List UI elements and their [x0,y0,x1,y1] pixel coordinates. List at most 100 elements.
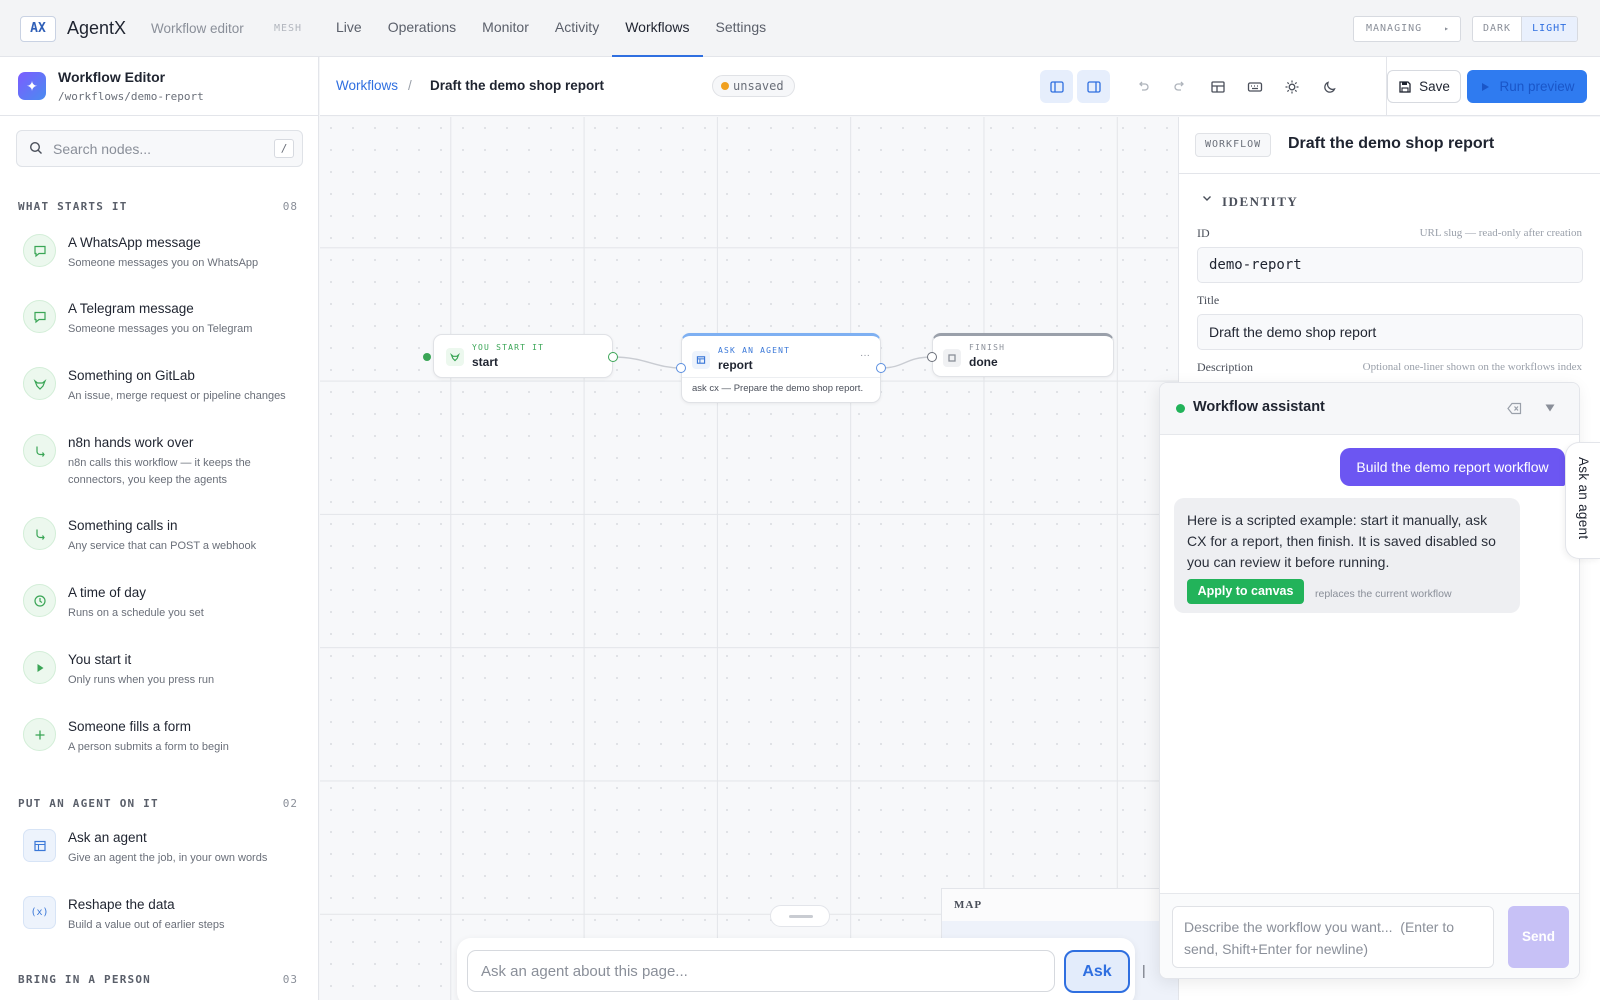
ask-bar-drag-handle[interactable] [770,905,830,927]
clear-chat-button[interactable] [1504,398,1524,418]
node-name: report [718,358,753,372]
apply-to-canvas-button[interactable]: Apply to canvas [1187,579,1304,604]
function-icon: (x) [23,896,56,929]
properties-title: Draft the demo shop report [1288,135,1495,152]
section-label-agents: PUT AN AGENT ON IT [18,797,159,810]
theme-toggle: DARK LIGHT [1472,16,1579,42]
palette-item-desc: An issue, merge request or pipeline chan… [68,390,286,402]
chevron-down-icon[interactable] [1201,192,1213,204]
layout-button[interactable] [1201,70,1234,103]
breadcrumb-current: Draft the demo shop report [430,78,605,93]
section-label-person: BRING IN A PERSON [18,973,151,986]
palette-item-title: Ask an agent [68,830,147,845]
nav-monitor[interactable]: Monitor [469,0,542,57]
app-logo[interactable]: AX [20,16,56,42]
chat-icon [23,300,56,333]
ask-an-agent-tab-label: Ask an agent [1576,457,1591,540]
keyboard-icon [1247,81,1262,92]
dark-mode-button[interactable] [1313,70,1346,103]
workflow-badge: WORKFLOW [1195,133,1272,157]
ask-an-agent-side-tab[interactable]: Ask an agent [1565,442,1600,559]
left-panel-icon [1049,80,1064,93]
right-panel-icon [1086,80,1101,93]
node-kind-label: YOU START IT [472,343,545,352]
breadcrumb-workflows-link[interactable]: Workflows [336,78,398,93]
toggle-left-panel-button[interactable] [1040,70,1073,103]
assistant-composer: Send [1160,893,1579,978]
palette-item-title: Reshape the data [68,897,175,912]
save-label: Save [1419,79,1450,94]
workflow-node-report[interactable]: ASK AN AGENT report ··· ask cx — Prepare… [681,333,881,403]
theme-light-option[interactable]: LIGHT [1521,17,1578,41]
workflow-description-input[interactable] [1172,906,1494,968]
assistant-title: Workflow assistant [1193,399,1325,415]
palette-item-desc: n8n calls this workflow — it keeps the c… [68,457,251,486]
sidebar-title: Workflow Editor [58,69,166,85]
save-icon [1399,80,1411,93]
run-preview-button[interactable]: Run preview [1467,70,1587,103]
keyboard-shortcuts-button[interactable] [1238,70,1271,103]
workflow-canvas[interactable]: YOU START IT start ASK AN AGENT report ·… [320,117,1178,1000]
assistant-header: Workflow assistant [1160,383,1579,435]
section-count-agents: 02 [282,797,298,810]
node-input-port[interactable] [676,363,686,373]
node-output-port[interactable] [876,363,886,373]
hook-icon [23,517,56,550]
id-field-label: ID [1197,226,1210,240]
ask-agent-input[interactable] [467,950,1055,992]
managing-label: MANAGING [1366,23,1423,34]
collapse-assistant-button[interactable] [1540,398,1560,418]
page-label: Workflow editor [151,21,244,36]
palette-item-desc: A person submits a form to begin [68,741,229,753]
workflow-node-start[interactable]: YOU START IT start [433,334,613,378]
description-field-label: Description [1197,360,1253,374]
nav-live[interactable]: Live [323,0,375,57]
node-palette-sidebar: ✦ Workflow Editor /workflows/demo-report… [0,57,319,1000]
undo-button[interactable] [1126,70,1159,103]
nav-workflows[interactable]: Workflows [612,0,703,57]
node-input-port[interactable] [423,353,431,361]
save-button[interactable]: Save [1387,70,1461,103]
edge-connectors [612,356,933,369]
redo-button[interactable] [1163,70,1196,103]
search-input[interactable] [53,131,253,166]
app-name[interactable]: AgentX [67,18,126,39]
undo-icon [1138,81,1149,91]
send-button[interactable]: Send [1508,906,1569,968]
palette-item-desc: Runs on a schedule you set [68,607,204,619]
nav-activity[interactable]: Activity [542,0,612,57]
palette-item-desc: Someone messages you on WhatsApp [68,257,259,269]
identity-section-header[interactable]: IDENTITY [1222,194,1298,210]
nav-settings[interactable]: Settings [703,0,780,57]
workflow-node-done[interactable]: FINISH done [932,333,1114,377]
id-field[interactable]: demo-report [1197,247,1583,283]
gitlab-icon [446,348,464,366]
id-field-hint: URL slug — read-only after creation [1419,227,1582,239]
moon-icon [1323,80,1336,93]
breadcrumb-separator: / [408,78,412,93]
title-field[interactable]: Draft the demo shop report [1197,314,1583,350]
node-divider [682,377,880,378]
node-kind-label: FINISH [969,343,1006,352]
node-output-port[interactable] [608,352,618,362]
unsaved-status-badge: unsaved [712,75,795,97]
node-more-menu[interactable]: ··· [860,350,870,361]
search-box: / [16,130,303,167]
toggle-right-panel-button[interactable] [1077,70,1110,103]
mesh-label: MESH [274,23,303,34]
palette-item-desc: Any service that can POST a webhook [68,540,257,552]
sparkle-icon: ✦ [18,72,46,100]
palette-item-title: Someone fills a form [68,719,192,734]
description-field-hint: Optional one-liner shown on the workflow… [1362,361,1582,373]
node-input-port[interactable] [927,352,937,362]
light-mode-button[interactable] [1275,70,1308,103]
layout-icon [1210,80,1225,93]
minimap-label: MAP [954,899,983,911]
managing-select[interactable]: MANAGING ▸ [1353,16,1461,42]
nav-operations[interactable]: Operations [375,0,469,57]
clock-icon [23,584,56,617]
ask-button[interactable]: Ask [1064,950,1130,993]
theme-dark-option[interactable]: DARK [1473,17,1521,41]
top-bar: AX AgentX Workflow editor MESH Live Oper… [0,0,1600,57]
clear-icon [1506,402,1521,414]
